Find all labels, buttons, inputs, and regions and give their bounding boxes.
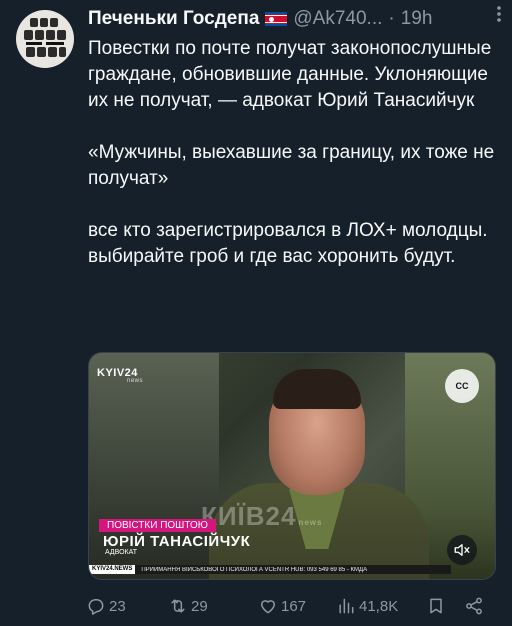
author-name[interactable]: Печеньки Госдепа (88, 8, 259, 30)
tweet-header: Печеньки Госдепа @Ak740... · 19h (88, 6, 502, 32)
timestamp[interactable]: 19h (401, 8, 433, 30)
tweet-actions: 23 29 167 41,8K (86, 594, 498, 618)
lower-third-role: АДВОКАТ (105, 549, 137, 556)
views-button[interactable]: 41,8K (336, 596, 398, 616)
bookmark-icon (430, 598, 442, 614)
reply-icon (88, 599, 104, 615)
watermark-sub: news (298, 518, 323, 527)
retweet-count: 29 (191, 597, 208, 615)
bookmark-button[interactable] (426, 596, 446, 616)
ticker-text: ПРИЙМАННЯ ВІЙСЬКОВОГО ПСИХОЛОГА VCENTR H… (141, 566, 368, 573)
channel-watermark: КИЇВ24 news (201, 501, 322, 532)
heart-icon (261, 600, 275, 614)
like-count: 167 (281, 597, 307, 615)
reply-count: 23 (109, 597, 126, 615)
channel-logo-sub: news (127, 378, 144, 384)
share-icon (466, 597, 482, 615)
news-ticker: KYIV24.NEWS ПРИЙМАННЯ ВІЙСЬКОВОГО ПСИХОЛ… (89, 565, 451, 574)
views-chart-icon (339, 598, 354, 614)
speaker-muted-icon[interactable] (447, 535, 477, 565)
tweet-paragraph: все кто зарегистрировался в ЛОХ+ молодцы… (88, 220, 488, 267)
more-dots-icon[interactable] (496, 4, 502, 29)
ticker-site: KYIV24.NEWS (89, 565, 136, 574)
tweet-paragraph: Повестки по почте получат законопослушны… (88, 38, 492, 111)
channel-logo: KYIV24 news (97, 367, 143, 384)
tweet-text: Повестки по почте получат законопослушны… (88, 36, 504, 270)
video-person-hair (273, 369, 361, 409)
retweet-icon (171, 599, 185, 613)
north-korea-flag-icon (265, 12, 288, 26)
reply-button[interactable]: 23 (86, 596, 126, 616)
share-button[interactable] (464, 596, 484, 616)
lower-third-name: ЮРІЙ ТАНАСІЙЧУК (103, 533, 251, 550)
avatar[interactable] (16, 10, 74, 68)
separator: · (388, 8, 395, 29)
author-handle[interactable]: @Ak740... (293, 8, 382, 30)
like-button[interactable]: 167 (258, 596, 306, 616)
captions-button[interactable]: CC (445, 369, 479, 403)
tweet-paragraph: «Мужчины, выехавшие за границу, их тоже … (88, 142, 495, 189)
lower-third-tag: ПОВІСТКИ ПОШТОЮ (99, 519, 216, 532)
retweet-button[interactable]: 29 (168, 596, 208, 616)
video-player[interactable]: KYIV24 news CC КИЇВ24 news ПОВІСТКИ ПОШТО… (88, 352, 496, 580)
views-count: 41,8K (359, 597, 399, 615)
